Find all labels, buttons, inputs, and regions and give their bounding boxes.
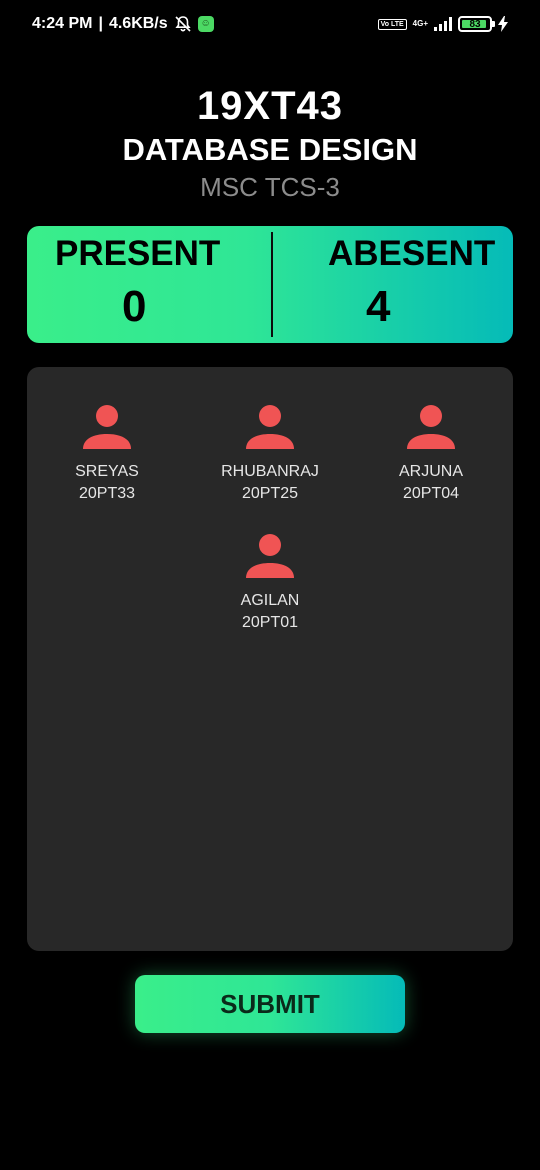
present-summary: PRESENT 0 [27,226,270,343]
student-roll: 20PT33 [78,485,136,502]
student-list-panel: SREYAS 20PT33 RHUBANRAJ 20PT25 ARJUNA 20… [27,367,513,951]
attendance-screen: 4:24 PM | 4.6KB/s ☺ Vo LTE 4G+ 83 19XT43… [0,0,540,1170]
student-name: RHUBANRAJ [221,463,319,480]
status-separator: | [98,15,103,32]
student-roll: 20PT01 [241,614,299,631]
attendance-summary-card: PRESENT 0 ABESENT 4 [27,226,513,343]
app-notification-icon: ☺ [197,16,214,32]
present-label: PRESENT [55,234,221,273]
muted-bell-icon [174,15,192,33]
signal-strength-icon [434,17,452,31]
student-card[interactable]: SREYAS 20PT33 [37,401,177,505]
charging-icon [498,16,508,32]
person-icon [246,405,294,449]
course-name: DATABASE DESIGN [122,132,418,167]
absent-summary: ABESENT 4 [270,226,513,343]
absent-count: 4 [366,282,391,331]
status-bar: 4:24 PM | 4.6KB/s ☺ Vo LTE 4G+ 83 [0,0,540,48]
student-name: SREYAS [75,463,139,480]
network-type: 4G+ [412,19,428,28]
battery-level: 83 [469,18,481,30]
status-speed: 4.6KB/s [108,15,168,32]
student-card[interactable]: ARJUNA 20PT04 [361,401,501,505]
student-roll: 20PT04 [402,485,460,502]
course-code: 19XT43 [196,84,344,128]
student-card[interactable]: AGILAN 20PT01 [200,530,340,634]
student-name: ARJUNA [398,463,463,480]
student-name: AGILAN [240,592,300,609]
status-time: 4:24 PM [32,15,93,32]
person-icon [407,405,455,449]
submit-button[interactable]: SUBMIT [135,975,405,1033]
present-count: 0 [122,282,147,331]
student-card[interactable]: RHUBANRAJ 20PT25 [200,401,340,505]
battery-icon: 83 [458,16,495,32]
student-roll: 20PT25 [241,485,299,502]
volte-icon: Vo LTE [377,18,407,30]
class-name: MSC TCS-3 [200,172,340,202]
person-icon [246,534,294,578]
absent-label: ABESENT [328,234,496,273]
person-icon [83,405,131,449]
